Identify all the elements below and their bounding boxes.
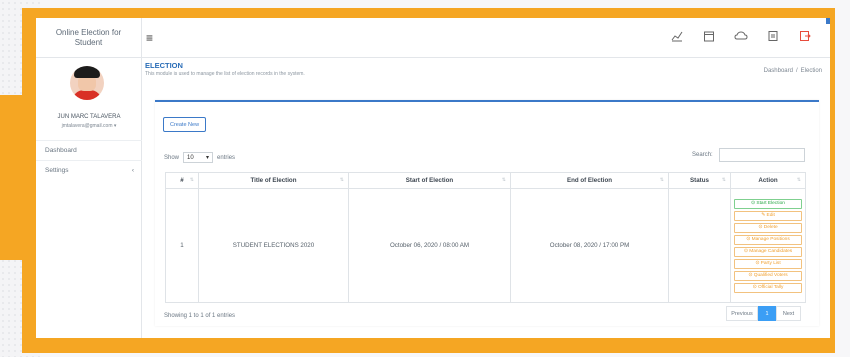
delete-button[interactable]: ⊙ Delete bbox=[734, 222, 802, 233]
page-subtitle: This module is used to manage the list o… bbox=[145, 71, 305, 77]
chart-icon[interactable] bbox=[670, 29, 684, 43]
official-tally-button[interactable]: ⊙ Official Tally bbox=[734, 282, 802, 293]
breadcrumb: Dashboard / Election bbox=[763, 68, 822, 74]
previous-page-button[interactable]: Previous bbox=[726, 306, 758, 321]
sidebar: JUN MARC TALAVERA jmtalavera@gmail.com ▾… bbox=[36, 58, 142, 338]
avatar bbox=[70, 66, 104, 100]
topbar: Online Election for Student ≡ bbox=[36, 18, 830, 58]
user-email-dropdown[interactable]: jmtalavera@gmail.com ▾ bbox=[36, 123, 142, 129]
start-election-button[interactable]: ⊙ Start Election bbox=[734, 198, 802, 209]
app-brand[interactable]: Online Election for Student bbox=[36, 18, 142, 58]
table-info: Showing 1 to 1 of 1 entries bbox=[164, 313, 236, 319]
column-header-title[interactable]: Title of Election ⇅ bbox=[198, 172, 349, 189]
user-name: JUN MARC TALAVERA bbox=[57, 114, 121, 120]
sidebar-item-label: Dashboard bbox=[45, 147, 77, 154]
main-content: ELECTION This module is used to manage t… bbox=[142, 58, 830, 338]
column-header-status[interactable]: Status ⇅ bbox=[668, 172, 731, 189]
calendar-icon[interactable] bbox=[702, 29, 716, 43]
breadcrumb-dashboard[interactable]: Dashboard bbox=[764, 68, 793, 74]
search-input[interactable] bbox=[719, 148, 805, 162]
cell-actions: ⊙ Start Election ✎ Edit ⊙ Delete ⊙ Manag… bbox=[730, 188, 806, 303]
cell-number: 1 bbox=[165, 188, 199, 303]
manage-positions-button[interactable]: ⊙ Manage Positions bbox=[734, 234, 802, 245]
search-label: Search: bbox=[692, 152, 713, 158]
qualified-voters-button[interactable]: ⊙ Qualified Voters bbox=[734, 270, 802, 281]
breadcrumb-election: Election bbox=[800, 68, 822, 74]
chevron-left-icon: ‹ bbox=[131, 167, 134, 174]
cell-status bbox=[668, 188, 731, 303]
column-header-end[interactable]: End of Election ⇅ bbox=[510, 172, 669, 189]
table-row: 1 STUDENT ELECTIONS 2020 October 06, 202… bbox=[165, 188, 806, 303]
column-header-start[interactable]: Start of Election ⇅ bbox=[348, 172, 511, 189]
show-label: Show bbox=[164, 154, 180, 161]
entries-value: 10 bbox=[187, 154, 194, 161]
cell-title: STUDENT ELECTIONS 2020 bbox=[198, 188, 349, 303]
manage-candidates-button[interactable]: ⊙ Manage Candidates bbox=[734, 246, 802, 257]
menu-toggle-icon[interactable]: ≡ bbox=[146, 31, 153, 45]
cell-end: October 08, 2020 / 17:00 PM bbox=[510, 188, 669, 303]
page-title: ELECTION bbox=[145, 61, 183, 70]
next-page-button[interactable]: Next bbox=[776, 306, 801, 321]
create-new-button[interactable]: Create New bbox=[163, 117, 207, 132]
chevron-down-icon: ▾ bbox=[206, 155, 210, 161]
entries-label: entries bbox=[217, 154, 236, 161]
page-1-button[interactable]: 1 bbox=[758, 306, 776, 321]
entries-select[interactable]: 10 ▾ bbox=[183, 152, 214, 163]
column-header-number[interactable]: # ⇅ bbox=[165, 172, 199, 189]
election-table: # ⇅ Title of Election ⇅ Start of Election ⇅… bbox=[165, 172, 806, 303]
election-card: Create New Show 10 ▾ entries Search: #⇅ bbox=[155, 100, 819, 326]
edit-button[interactable]: ✎ Edit bbox=[734, 210, 802, 221]
sidebar-item-settings[interactable]: Settings ‹ bbox=[36, 160, 142, 180]
cell-start: October 06, 2020 / 08:00 AM bbox=[348, 188, 511, 303]
scrollbar-accent bbox=[826, 18, 830, 24]
topbar-icons bbox=[670, 29, 812, 43]
sidebar-item-dashboard[interactable]: Dashboard bbox=[36, 140, 142, 160]
column-header-action[interactable]: Action ⇅ bbox=[730, 172, 806, 189]
logout-icon[interactable] bbox=[798, 29, 812, 43]
sidebar-nav: Dashboard Settings ‹ bbox=[36, 140, 142, 180]
show-entries: Show 10 ▾ entries bbox=[164, 152, 235, 163]
party-list-button[interactable]: ⊙ Party List bbox=[734, 258, 802, 269]
sidebar-item-label: Settings bbox=[45, 167, 69, 174]
printer-icon[interactable] bbox=[766, 29, 780, 43]
cloud-icon[interactable] bbox=[734, 29, 748, 43]
app-window: Online Election for Student ≡ JUN MARC T… bbox=[36, 18, 830, 338]
orange-accent-bar bbox=[0, 95, 22, 260]
pagination: Previous 1 Next bbox=[726, 306, 801, 321]
